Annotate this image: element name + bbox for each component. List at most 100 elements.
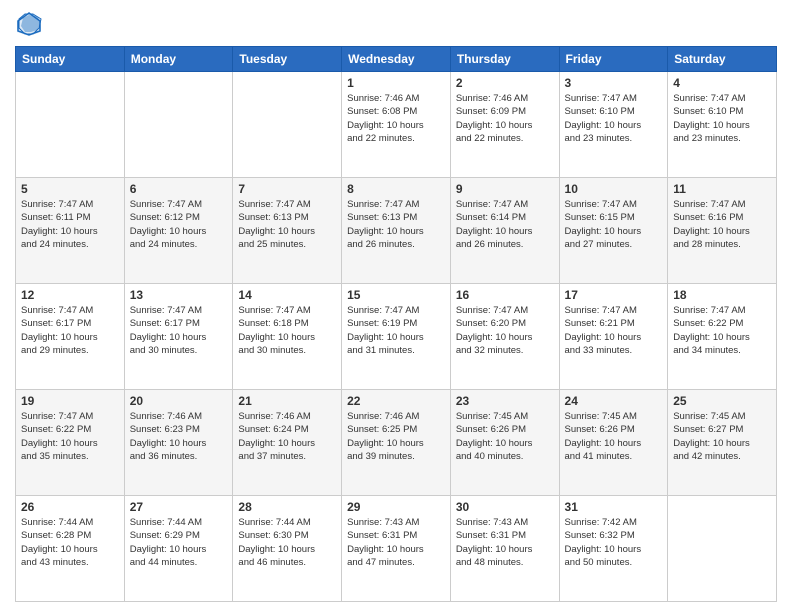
day-header-monday: Monday bbox=[124, 47, 233, 72]
day-number: 8 bbox=[347, 182, 445, 196]
calendar-cell: 29 Sunrise: 7:43 AM Sunset: 6:31 PM Dayli… bbox=[342, 496, 451, 602]
day-header-wednesday: Wednesday bbox=[342, 47, 451, 72]
week-row-5: 26 Sunrise: 7:44 AM Sunset: 6:28 PM Dayli… bbox=[16, 496, 777, 602]
calendar-cell bbox=[124, 72, 233, 178]
calendar-table: SundayMondayTuesdayWednesdayThursdayFrid… bbox=[15, 46, 777, 602]
day-number: 13 bbox=[130, 288, 228, 302]
calendar-cell: 26 Sunrise: 7:44 AM Sunset: 6:28 PM Dayli… bbox=[16, 496, 125, 602]
calendar-cell: 15 Sunrise: 7:47 AM Sunset: 6:19 PM Dayli… bbox=[342, 284, 451, 390]
calendar-cell: 14 Sunrise: 7:47 AM Sunset: 6:18 PM Dayli… bbox=[233, 284, 342, 390]
calendar-cell: 31 Sunrise: 7:42 AM Sunset: 6:32 PM Dayli… bbox=[559, 496, 668, 602]
day-info: Sunrise: 7:44 AM Sunset: 6:30 PM Dayligh… bbox=[238, 516, 336, 569]
calendar-cell: 24 Sunrise: 7:45 AM Sunset: 6:26 PM Dayli… bbox=[559, 390, 668, 496]
day-info: Sunrise: 7:46 AM Sunset: 6:09 PM Dayligh… bbox=[456, 92, 554, 145]
day-info: Sunrise: 7:47 AM Sunset: 6:13 PM Dayligh… bbox=[347, 198, 445, 251]
day-number: 27 bbox=[130, 500, 228, 514]
header bbox=[15, 10, 777, 38]
day-info: Sunrise: 7:45 AM Sunset: 6:26 PM Dayligh… bbox=[565, 410, 663, 463]
week-row-2: 5 Sunrise: 7:47 AM Sunset: 6:11 PM Daylig… bbox=[16, 178, 777, 284]
day-info: Sunrise: 7:47 AM Sunset: 6:22 PM Dayligh… bbox=[673, 304, 771, 357]
calendar-cell: 30 Sunrise: 7:43 AM Sunset: 6:31 PM Dayli… bbox=[450, 496, 559, 602]
calendar-cell bbox=[233, 72, 342, 178]
day-number: 24 bbox=[565, 394, 663, 408]
day-number: 14 bbox=[238, 288, 336, 302]
day-number: 30 bbox=[456, 500, 554, 514]
day-info: Sunrise: 7:47 AM Sunset: 6:16 PM Dayligh… bbox=[673, 198, 771, 251]
day-number: 15 bbox=[347, 288, 445, 302]
day-number: 4 bbox=[673, 76, 771, 90]
calendar-cell bbox=[668, 496, 777, 602]
calendar-cell: 6 Sunrise: 7:47 AM Sunset: 6:12 PM Daylig… bbox=[124, 178, 233, 284]
day-info: Sunrise: 7:47 AM Sunset: 6:11 PM Dayligh… bbox=[21, 198, 119, 251]
day-header-friday: Friday bbox=[559, 47, 668, 72]
day-number: 16 bbox=[456, 288, 554, 302]
calendar-cell: 4Sunrise: 7:47 AM Sunset: 6:10 PM Daylig… bbox=[668, 72, 777, 178]
day-number: 7 bbox=[238, 182, 336, 196]
day-number: 25 bbox=[673, 394, 771, 408]
day-number: 2 bbox=[456, 76, 554, 90]
day-info: Sunrise: 7:47 AM Sunset: 6:14 PM Dayligh… bbox=[456, 198, 554, 251]
day-number: 23 bbox=[456, 394, 554, 408]
day-info: Sunrise: 7:47 AM Sunset: 6:12 PM Dayligh… bbox=[130, 198, 228, 251]
day-info: Sunrise: 7:47 AM Sunset: 6:20 PM Dayligh… bbox=[456, 304, 554, 357]
day-number: 11 bbox=[673, 182, 771, 196]
day-info: Sunrise: 7:42 AM Sunset: 6:32 PM Dayligh… bbox=[565, 516, 663, 569]
calendar-cell bbox=[16, 72, 125, 178]
calendar-cell: 7 Sunrise: 7:47 AM Sunset: 6:13 PM Daylig… bbox=[233, 178, 342, 284]
day-header-tuesday: Tuesday bbox=[233, 47, 342, 72]
calendar-cell: 11 Sunrise: 7:47 AM Sunset: 6:16 PM Dayli… bbox=[668, 178, 777, 284]
week-row-1: 1 Sunrise: 7:46 AM Sunset: 6:08 PM Daylig… bbox=[16, 72, 777, 178]
day-info: Sunrise: 7:43 AM Sunset: 6:31 PM Dayligh… bbox=[456, 516, 554, 569]
day-number: 12 bbox=[21, 288, 119, 302]
day-number: 3 bbox=[565, 76, 663, 90]
day-info: Sunrise: 7:47 AM Sunset: 6:13 PM Dayligh… bbox=[238, 198, 336, 251]
day-info: Sunrise: 7:44 AM Sunset: 6:28 PM Dayligh… bbox=[21, 516, 119, 569]
day-info: Sunrise: 7:46 AM Sunset: 6:24 PM Dayligh… bbox=[238, 410, 336, 463]
calendar-cell: 22 Sunrise: 7:46 AM Sunset: 6:25 PM Dayli… bbox=[342, 390, 451, 496]
day-header-sunday: Sunday bbox=[16, 47, 125, 72]
day-info: Sunrise: 7:46 AM Sunset: 6:08 PM Dayligh… bbox=[347, 92, 445, 145]
day-info: Sunrise: 7:47 AM Sunset: 6:22 PM Dayligh… bbox=[21, 410, 119, 463]
day-number: 29 bbox=[347, 500, 445, 514]
calendar-cell: 27 Sunrise: 7:44 AM Sunset: 6:29 PM Dayli… bbox=[124, 496, 233, 602]
calendar-cell: 12 Sunrise: 7:47 AM Sunset: 6:17 PM Dayli… bbox=[16, 284, 125, 390]
week-row-3: 12 Sunrise: 7:47 AM Sunset: 6:17 PM Dayli… bbox=[16, 284, 777, 390]
day-info: Sunrise: 7:45 AM Sunset: 6:26 PM Dayligh… bbox=[456, 410, 554, 463]
calendar-cell: 1 Sunrise: 7:46 AM Sunset: 6:08 PM Daylig… bbox=[342, 72, 451, 178]
day-number: 6 bbox=[130, 182, 228, 196]
day-number: 5 bbox=[21, 182, 119, 196]
logo bbox=[15, 10, 47, 38]
day-number: 19 bbox=[21, 394, 119, 408]
week-row-4: 19 Sunrise: 7:47 AM Sunset: 6:22 PM Dayli… bbox=[16, 390, 777, 496]
calendar-cell: 19 Sunrise: 7:47 AM Sunset: 6:22 PM Dayli… bbox=[16, 390, 125, 496]
day-info: Sunrise: 7:43 AM Sunset: 6:31 PM Dayligh… bbox=[347, 516, 445, 569]
day-header-saturday: Saturday bbox=[668, 47, 777, 72]
day-info: Sunrise: 7:46 AM Sunset: 6:23 PM Dayligh… bbox=[130, 410, 228, 463]
day-number: 22 bbox=[347, 394, 445, 408]
calendar-cell: 18 Sunrise: 7:47 AM Sunset: 6:22 PM Dayli… bbox=[668, 284, 777, 390]
day-number: 20 bbox=[130, 394, 228, 408]
day-info: Sunrise: 7:47 AM Sunset: 6:19 PM Dayligh… bbox=[347, 304, 445, 357]
day-number: 1 bbox=[347, 76, 445, 90]
calendar-cell: 10Sunrise: 7:47 AM Sunset: 6:15 PM Dayli… bbox=[559, 178, 668, 284]
day-info: Sunrise: 7:47 AM Sunset: 6:18 PM Dayligh… bbox=[238, 304, 336, 357]
header-row: SundayMondayTuesdayWednesdayThursdayFrid… bbox=[16, 47, 777, 72]
day-number: 21 bbox=[238, 394, 336, 408]
calendar-cell: 9Sunrise: 7:47 AM Sunset: 6:14 PM Daylig… bbox=[450, 178, 559, 284]
calendar-cell: 17 Sunrise: 7:47 AM Sunset: 6:21 PM Dayli… bbox=[559, 284, 668, 390]
day-info: Sunrise: 7:47 AM Sunset: 6:17 PM Dayligh… bbox=[21, 304, 119, 357]
calendar-cell: 5 Sunrise: 7:47 AM Sunset: 6:11 PM Daylig… bbox=[16, 178, 125, 284]
calendar-cell: 28Sunrise: 7:44 AM Sunset: 6:30 PM Dayli… bbox=[233, 496, 342, 602]
calendar-cell: 21 Sunrise: 7:46 AM Sunset: 6:24 PM Dayli… bbox=[233, 390, 342, 496]
day-number: 17 bbox=[565, 288, 663, 302]
day-header-thursday: Thursday bbox=[450, 47, 559, 72]
day-info: Sunrise: 7:47 AM Sunset: 6:15 PM Dayligh… bbox=[565, 198, 663, 251]
day-info: Sunrise: 7:47 AM Sunset: 6:10 PM Dayligh… bbox=[565, 92, 663, 145]
day-number: 18 bbox=[673, 288, 771, 302]
day-info: Sunrise: 7:47 AM Sunset: 6:21 PM Dayligh… bbox=[565, 304, 663, 357]
day-number: 31 bbox=[565, 500, 663, 514]
day-info: Sunrise: 7:44 AM Sunset: 6:29 PM Dayligh… bbox=[130, 516, 228, 569]
day-info: Sunrise: 7:47 AM Sunset: 6:17 PM Dayligh… bbox=[130, 304, 228, 357]
day-info: Sunrise: 7:46 AM Sunset: 6:25 PM Dayligh… bbox=[347, 410, 445, 463]
day-number: 26 bbox=[21, 500, 119, 514]
